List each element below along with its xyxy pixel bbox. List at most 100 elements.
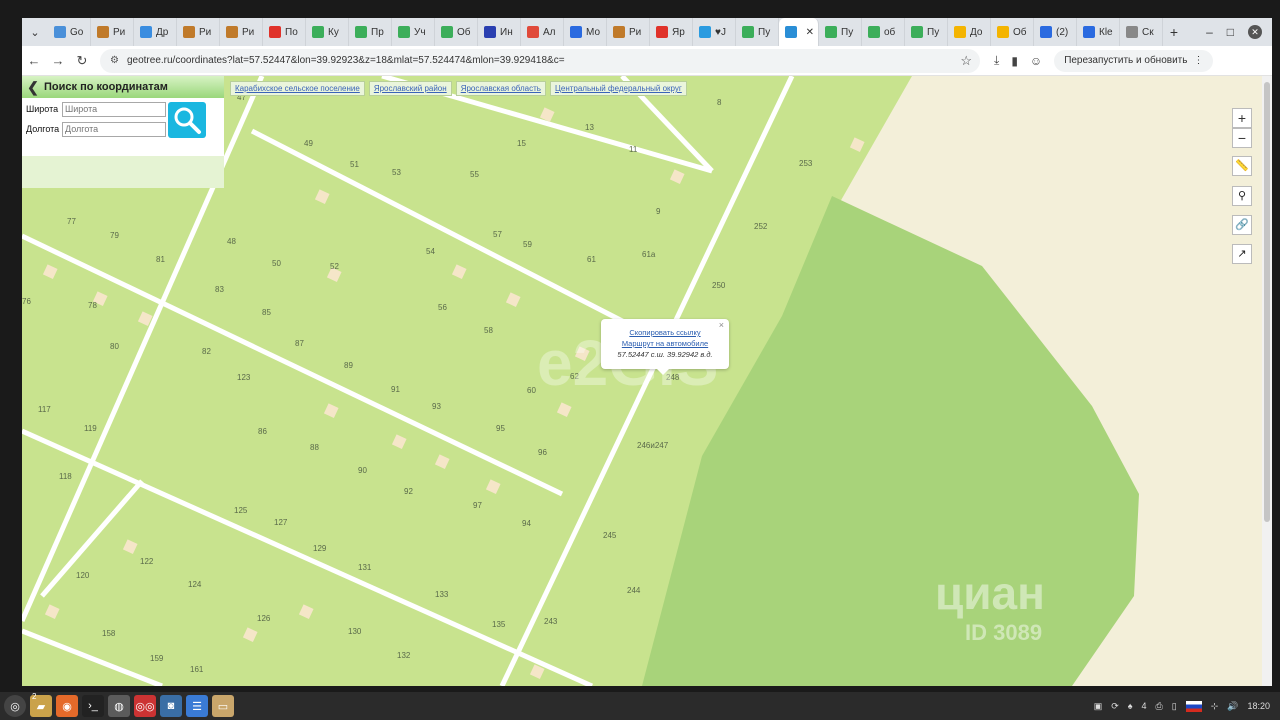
browser-tab[interactable]: Об <box>435 18 478 46</box>
bookmark-star-icon[interactable]: ☆ <box>960 53 972 69</box>
battery-icon[interactable]: ▯ <box>1172 701 1177 712</box>
taskbar: ◎ 2 ▰ ◉ ›_ ◍ ◎◎ ◙ ☰ ▭ ▣ ⟳ ♠ 4 ⎙ ▯ ⊹ 🔊 18:… <box>0 692 1280 720</box>
text-editor-icon[interactable]: ☰ <box>186 695 208 717</box>
breadcrumb-link[interactable]: Центральный федеральный округ <box>549 81 687 96</box>
back-icon[interactable]: ← <box>22 53 46 68</box>
plot-number-label: 131 <box>358 563 372 572</box>
menu-dots-icon[interactable]: ⋮ <box>1193 55 1203 66</box>
browser-tab[interactable]: Ин <box>478 18 521 46</box>
back-chevron-icon[interactable]: ❮ <box>22 79 44 96</box>
map-pin-icon[interactable]: ⚲ <box>1232 186 1252 206</box>
browser-tab[interactable]: Кle <box>1077 18 1120 46</box>
camera-icon[interactable]: ◙ <box>160 695 182 717</box>
tab-label: Ри <box>199 26 212 38</box>
files-icon[interactable]: 2 ▰ <box>30 692 52 717</box>
close-window-icon[interactable]: ✕ <box>1248 25 1262 39</box>
ruler-icon[interactable]: 📏 <box>1232 156 1252 176</box>
keyboard-layout-flag-icon[interactable] <box>1185 700 1202 712</box>
plot-number-label: 133 <box>435 590 449 599</box>
tab-label: Яр <box>672 26 685 38</box>
forward-icon[interactable]: → <box>46 53 70 68</box>
browser-tab[interactable]: ♥Ј <box>693 18 736 46</box>
maximize-icon[interactable]: □ <box>1227 25 1234 39</box>
plot-number-label: 11 <box>629 145 638 154</box>
tab-label: ♥Ј <box>715 26 726 38</box>
map-pin-icon <box>269 26 281 38</box>
browser-tab[interactable]: Ри <box>177 18 220 46</box>
network-icon[interactable]: ⊹ <box>1211 701 1219 712</box>
plot-number-label: 52 <box>330 262 339 271</box>
browser-tab[interactable]: Мо <box>564 18 607 46</box>
browser-tab[interactable]: Пу <box>736 18 779 46</box>
browser-tab[interactable]: Ск <box>1120 18 1163 46</box>
new-tab-button[interactable]: + <box>1163 24 1185 40</box>
browser-tab[interactable]: Др <box>134 18 177 46</box>
notification-icon[interactable]: ♠ <box>1128 701 1133 711</box>
printer-icon[interactable]: ⎙ <box>1156 701 1163 712</box>
update-icon[interactable]: ⟳ <box>1111 701 1119 712</box>
profile-avatar-icon[interactable]: ☺ <box>1030 54 1042 68</box>
browser-tab[interactable]: Об <box>991 18 1034 46</box>
clipboard-icon[interactable]: ▣ <box>1094 701 1103 712</box>
browser-tab[interactable]: По <box>263 18 306 46</box>
arrow-icon[interactable]: ↗ <box>1232 244 1252 264</box>
volume-icon[interactable]: 🔊 <box>1227 701 1238 712</box>
page-scrollbar[interactable] <box>1262 76 1272 686</box>
side-panel-icon[interactable]: ▮ <box>1011 54 1018 68</box>
plot-number-label: 117 <box>38 405 51 414</box>
breadcrumb-link[interactable]: Ярославский район <box>368 81 452 96</box>
search-results-area <box>22 156 224 188</box>
longitude-input[interactable] <box>62 121 166 137</box>
browser-tab[interactable]: Пр <box>349 18 392 46</box>
browser-tab[interactable]: Ку <box>306 18 349 46</box>
tab-label: Пу <box>841 26 854 38</box>
browser-tab[interactable]: (2) <box>1034 18 1077 46</box>
link-icon[interactable]: 🔗 <box>1232 215 1252 235</box>
coordinate-search-panel: ❮ Поиск по координатам Широта Долгота <box>22 76 224 188</box>
scrollbar-thumb[interactable] <box>1264 82 1270 522</box>
restart-update-button[interactable]: Перезапустить и обновить ⋮ <box>1054 49 1214 72</box>
browser-tab[interactable]: Ал <box>521 18 564 46</box>
browser-tab[interactable]: ✕ <box>779 18 819 46</box>
map-viewport[interactable]: 47 8 13 15 11 49 51 53 55 9 253 77 79 81 48 50 52 54 57 59 6… <box>22 76 1272 686</box>
tab-search-icon[interactable]: ⌄ <box>22 18 48 46</box>
close-tab-icon[interactable]: ✕ <box>806 27 814 38</box>
browser-tab[interactable]: Ри <box>607 18 650 46</box>
browser-tab[interactable]: Пу <box>819 18 862 46</box>
plot-number-label: 129 <box>313 544 327 553</box>
browser-tab[interactable]: Ри <box>91 18 134 46</box>
browser-tab[interactable]: Ри <box>220 18 263 46</box>
site-info-icon[interactable]: ⚙ <box>110 55 119 66</box>
breadcrumb-link[interactable]: Ярославская область <box>455 81 546 96</box>
plot-number-label: 50 <box>272 259 281 268</box>
glasses-icon[interactable]: ◎◎ <box>134 695 156 717</box>
menu-icon[interactable]: ◎ <box>4 695 26 717</box>
archive-icon[interactable]: ▭ <box>212 695 234 717</box>
zoom-out-button[interactable]: − <box>1232 128 1252 148</box>
download-icon[interactable]: ⤓ <box>994 53 999 68</box>
restart-label: Перезапустить и обновить <box>1064 55 1188 66</box>
reload-icon[interactable]: ↻ <box>70 53 94 69</box>
browser-tab[interactable]: Go <box>48 18 91 46</box>
popup-close-icon[interactable]: × <box>719 320 724 330</box>
search-title: Поиск по координатам <box>44 81 168 93</box>
car-route-link[interactable]: Маршрут на автомобиле <box>601 338 729 349</box>
search-button[interactable] <box>168 102 206 138</box>
zoom-in-button[interactable]: + <box>1232 108 1252 128</box>
terminal-icon[interactable]: ›_ <box>82 695 104 717</box>
browser-tab[interactable]: Уч <box>392 18 435 46</box>
browser-tab[interactable]: об <box>862 18 905 46</box>
browser-tab[interactable]: Пу <box>905 18 948 46</box>
browser-tab[interactable]: До <box>948 18 991 46</box>
browser-tab[interactable]: Яр <box>650 18 693 46</box>
chrome-icon[interactable]: ◍ <box>108 695 130 717</box>
address-bar[interactable]: ⚙ geotree.ru/coordinates?lat=57.52447&lo… <box>100 48 980 73</box>
plot-number-label: 57 <box>493 230 502 239</box>
firefox-icon[interactable]: ◉ <box>56 695 78 717</box>
workspace-number: 2 <box>32 692 37 701</box>
breadcrumb-link[interactable]: Карабихское сельское поселение <box>230 81 365 96</box>
minimize-icon[interactable]: – <box>1206 25 1213 39</box>
copy-link[interactable]: Скопировать ссылку <box>601 327 729 338</box>
latitude-input[interactable] <box>62 101 166 117</box>
toolbar-icons: ⤓ ▮ ☺ <box>994 53 1042 68</box>
